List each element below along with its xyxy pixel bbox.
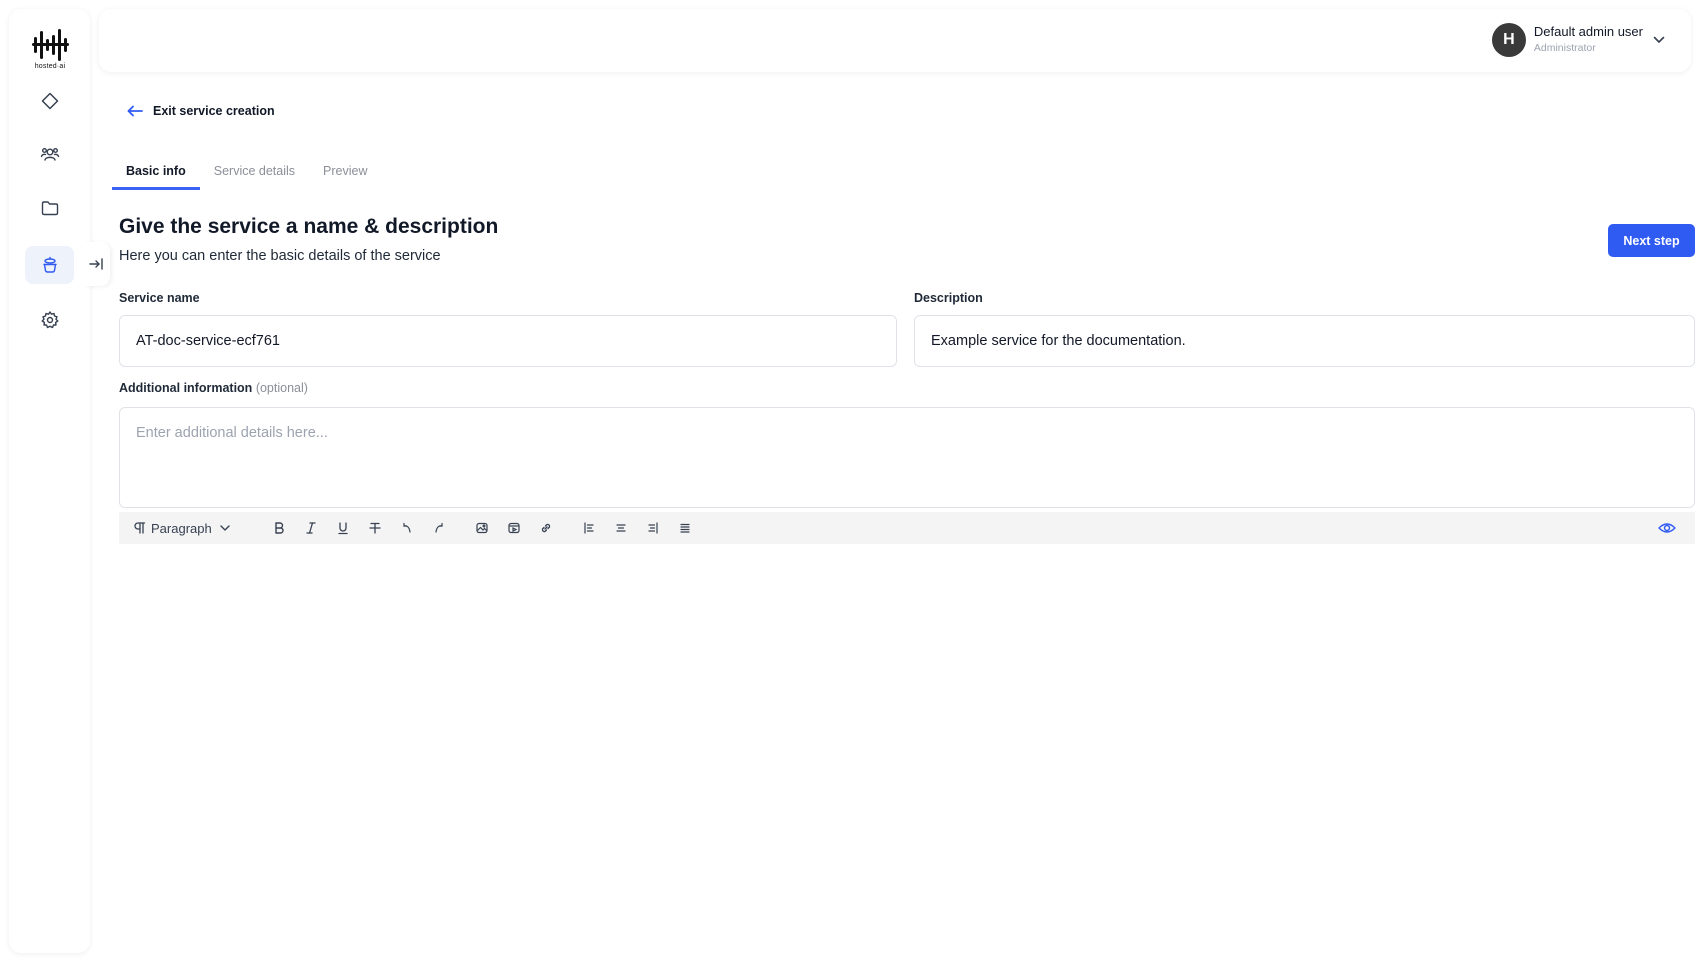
video-icon (508, 522, 520, 534)
underline-icon (338, 522, 348, 535)
align-right-button[interactable] (644, 519, 662, 537)
block-type-select[interactable]: Paragraph (133, 519, 232, 537)
exit-service-creation-link[interactable]: Exit service creation (127, 104, 275, 118)
description-input[interactable] (914, 315, 1695, 367)
redo-icon (435, 522, 443, 533)
chevron-down-icon (220, 525, 230, 531)
align-left-icon (584, 522, 594, 534)
service-name-input[interactable] (119, 315, 897, 367)
editor-toolbar: Paragraph (119, 512, 1695, 544)
folder-icon (41, 201, 58, 216)
page-title: Give the service a name & description (119, 215, 499, 238)
additional-info-label: Additional information (optional) (119, 381, 308, 395)
gear-icon (41, 311, 58, 329)
tab-basic-info[interactable]: Basic info (112, 158, 200, 190)
chevron-down-icon (1653, 36, 1665, 43)
sidebar-collapse-button[interactable] (84, 242, 110, 286)
bold-icon (275, 522, 284, 534)
optional-hint: (optional) (255, 381, 308, 395)
sidebar-item-files[interactable] (25, 189, 74, 227)
sidebar-item-dashboard[interactable] (25, 82, 74, 120)
eye-icon (1658, 523, 1676, 533)
align-left-button[interactable] (580, 519, 598, 537)
tab-bar: Basic info Service details Preview (112, 158, 382, 190)
insert-link-button[interactable] (537, 519, 555, 537)
description-label: Description (914, 291, 983, 305)
arrow-left-icon (127, 105, 143, 117)
top-bar: H Default admin user Administrator (99, 9, 1691, 72)
avatar: H (1491, 23, 1526, 57)
users-icon (40, 147, 59, 161)
undo-icon (403, 522, 411, 533)
preview-toggle-button[interactable] (1656, 519, 1678, 537)
user-role: Administrator (1533, 42, 1596, 54)
exit-label: Exit service creation (153, 104, 275, 118)
logo-icon (32, 29, 69, 61)
image-icon (476, 522, 488, 534)
align-center-icon (616, 524, 626, 532)
tab-service-details[interactable]: Service details (200, 158, 309, 190)
next-step-button[interactable]: Next step (1608, 224, 1695, 257)
expand-icon (89, 258, 103, 270)
diamond-icon (41, 92, 58, 110)
tab-preview[interactable]: Preview (309, 158, 381, 190)
italic-icon (306, 522, 316, 534)
align-justify-button[interactable] (676, 519, 694, 537)
additional-info-textarea[interactable] (119, 407, 1695, 508)
align-justify-icon (680, 523, 690, 533)
insert-image-button[interactable] (473, 519, 491, 537)
redo-button[interactable] (430, 519, 448, 537)
sidebar-item-settings[interactable] (25, 301, 74, 339)
italic-button[interactable] (302, 519, 320, 537)
pilcrow-icon (134, 522, 146, 534)
underline-button[interactable] (334, 519, 352, 537)
align-center-button[interactable] (612, 519, 630, 537)
logo-text: hosted·ai (34, 63, 66, 70)
sidebar-item-services[interactable] (25, 246, 74, 284)
logo[interactable]: hosted·ai (30, 27, 70, 75)
bold-button[interactable] (270, 519, 288, 537)
user-name: Default admin user (1533, 24, 1643, 39)
sidebar: hosted·ai (9, 9, 90, 953)
link-icon (541, 523, 551, 533)
block-type-label: Paragraph (151, 520, 212, 536)
undo-button[interactable] (398, 519, 416, 537)
page-subtitle: Here you can enter the basic details of … (119, 248, 441, 264)
align-right-icon (648, 522, 658, 534)
service-icon (42, 256, 57, 273)
sidebar-item-users[interactable] (25, 135, 74, 173)
strikethrough-icon (369, 522, 381, 534)
insert-video-button[interactable] (505, 519, 523, 537)
additional-info-label-text: Additional information (119, 381, 253, 395)
strikethrough-button[interactable] (366, 519, 384, 537)
user-menu[interactable]: H Default admin user Administrator (1491, 22, 1665, 58)
service-name-label: Service name (119, 291, 200, 305)
